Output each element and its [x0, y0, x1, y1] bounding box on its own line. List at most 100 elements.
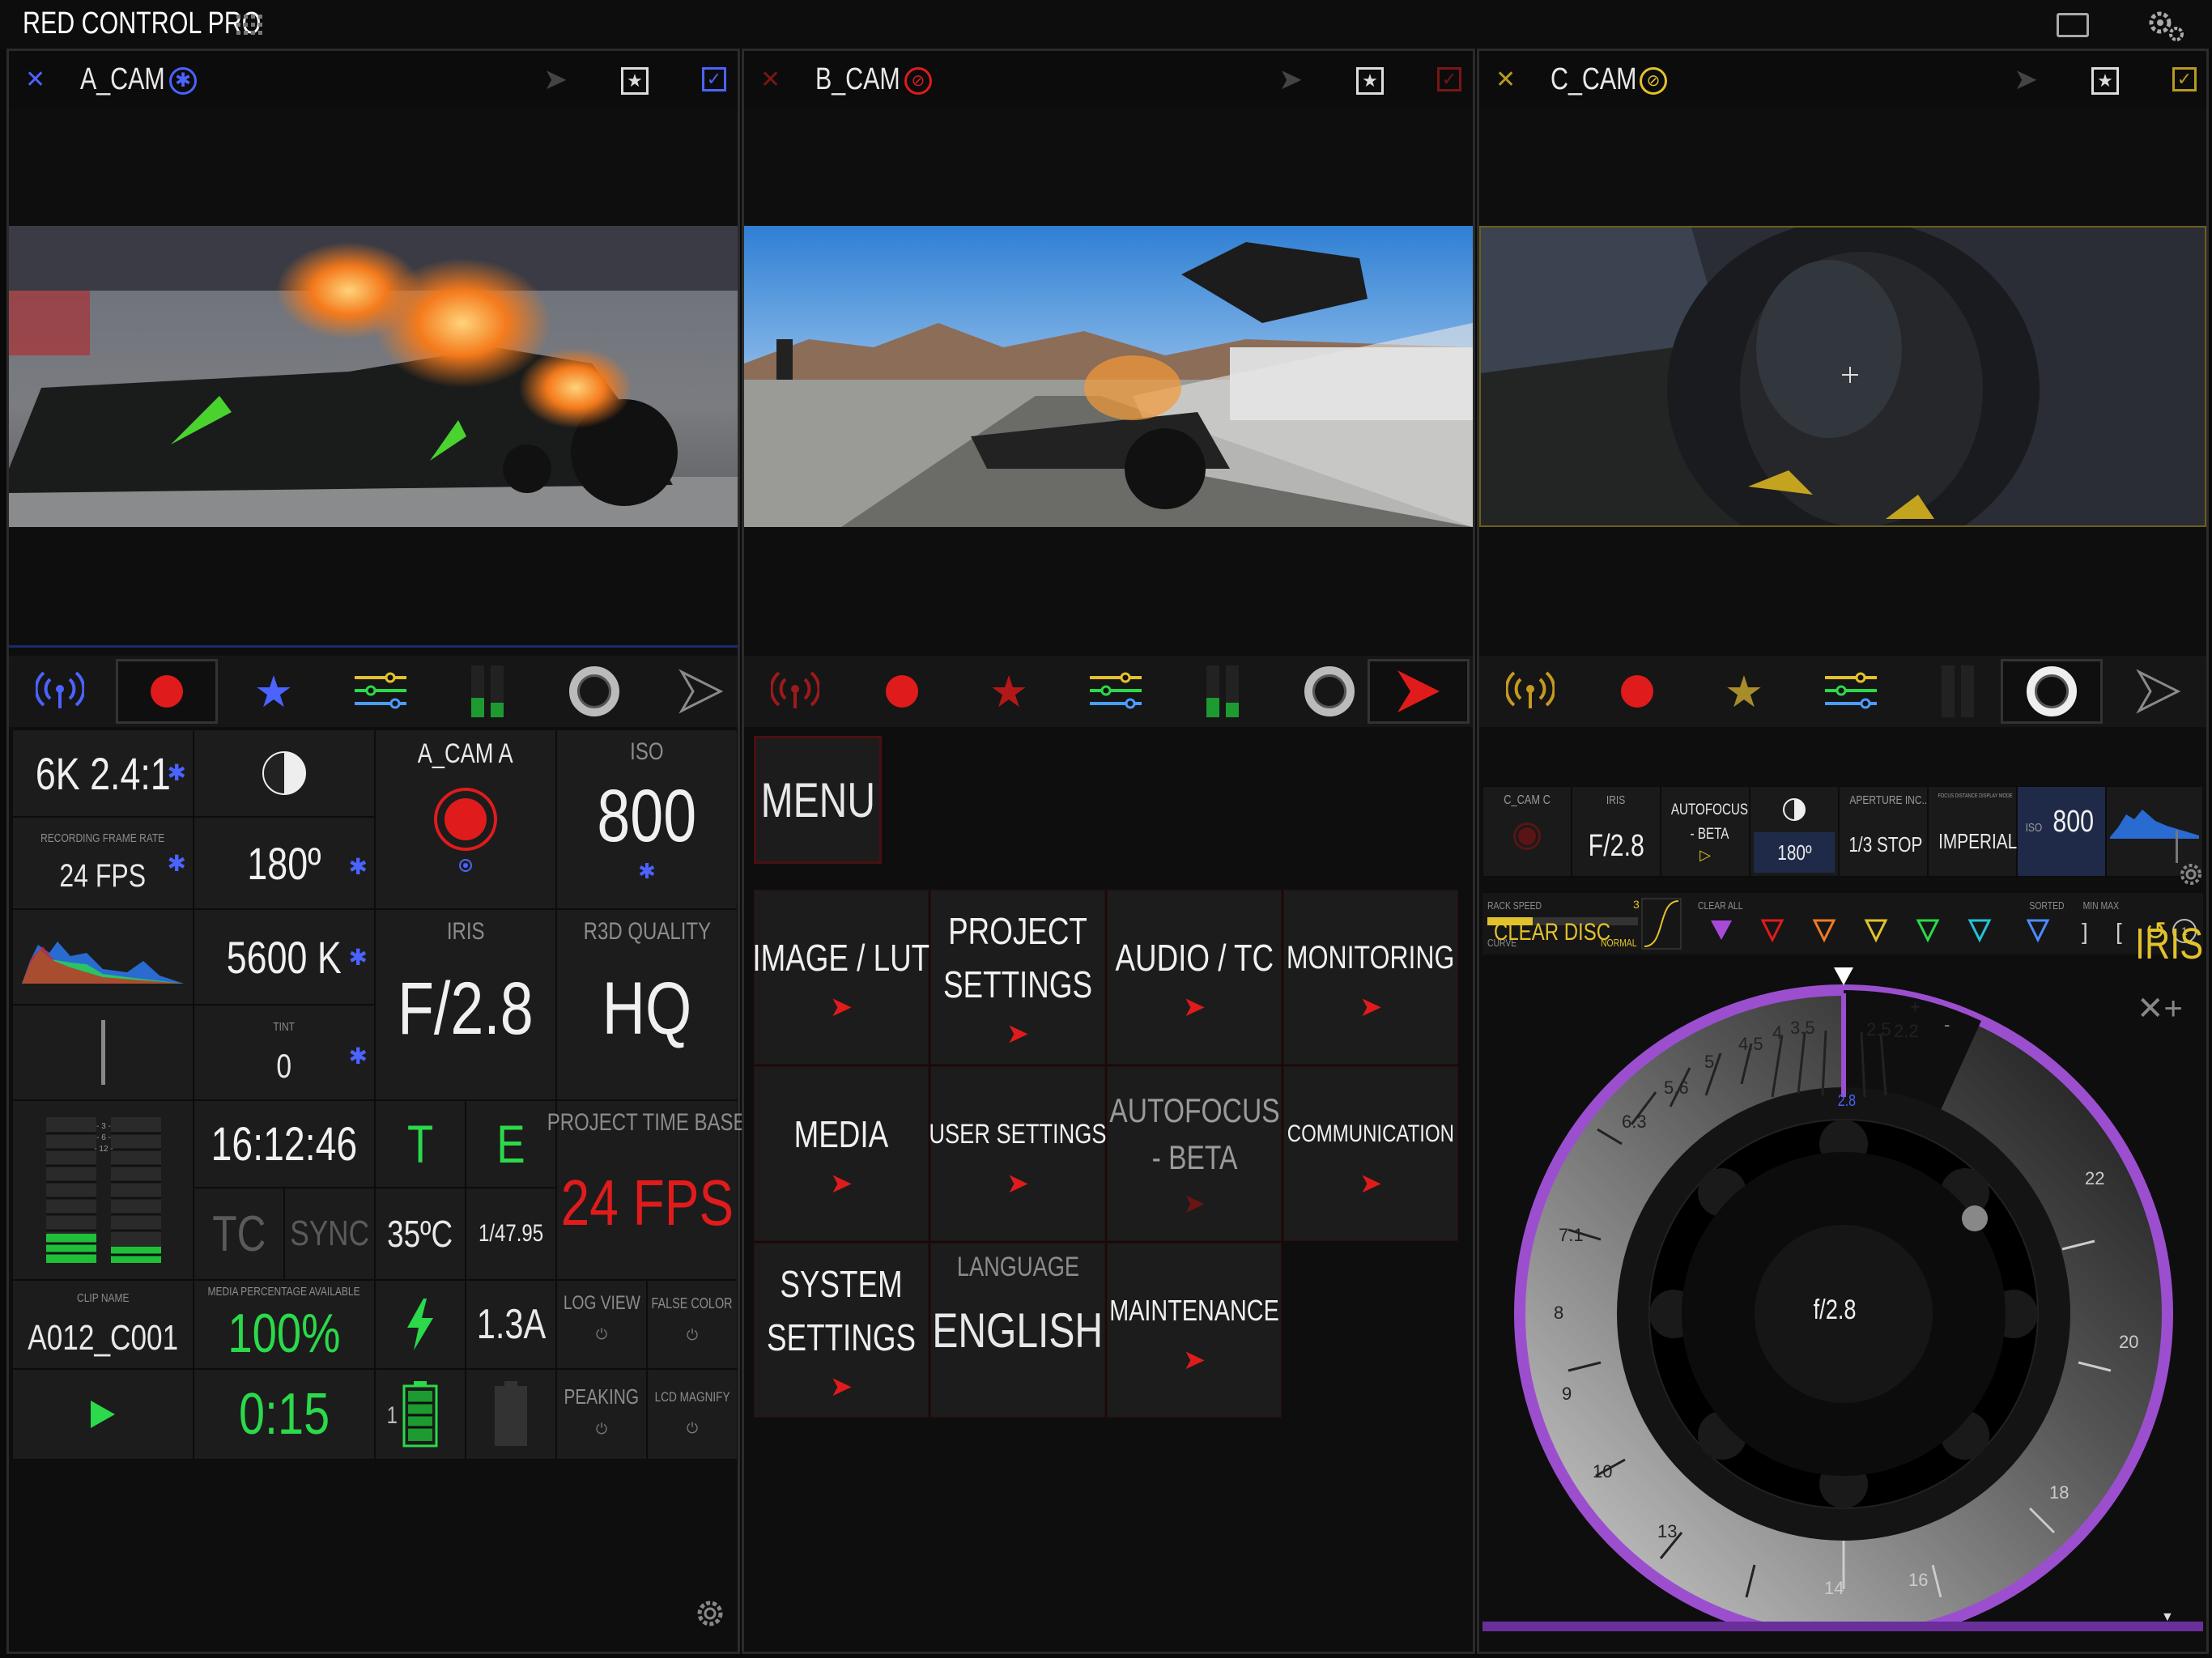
favorite-star-icon[interactable]: ★: [621, 67, 649, 95]
focus-ring-icon[interactable]: [1278, 659, 1380, 724]
record-button[interactable]: [1586, 659, 1688, 724]
wireless-icon[interactable]: [9, 659, 111, 724]
temperature-tile[interactable]: 35ºC: [375, 1188, 466, 1280]
white-balance-tile[interactable]: 5600 K ✱: [194, 909, 375, 1005]
menu-item-language[interactable]: LANGUAGEENGLISH: [930, 1243, 1105, 1418]
peaking-tile[interactable]: PEAKING ⏻: [556, 1369, 647, 1460]
timecode-tile[interactable]: 16:12:46: [194, 1100, 375, 1188]
exposure-tile[interactable]: [194, 729, 375, 817]
tc-tile[interactable]: TC: [194, 1188, 284, 1280]
sliders-icon[interactable]: [330, 659, 432, 724]
record-button[interactable]: [116, 659, 218, 724]
dial-range-slider[interactable]: [1482, 1622, 2203, 1631]
live-view-c[interactable]: [1479, 226, 2206, 527]
iris-value: F/2.8: [398, 967, 534, 1052]
live-view-b[interactable]: [744, 226, 1473, 527]
select-checkbox-icon[interactable]: ✓: [702, 67, 726, 91]
apps-grid-icon[interactable]: [236, 15, 264, 36]
menu-item-autofocus[interactable]: AUTOFOCUS - BETA➤: [1107, 1066, 1282, 1241]
camera-id-tile[interactable]: C_CAM C: [1482, 786, 1572, 877]
remaining-tile[interactable]: 0:15: [194, 1369, 375, 1460]
frame-rate-tile[interactable]: RECORDING FRAME RATE 24 FPS ✱: [12, 817, 194, 909]
favorite-star-icon[interactable]: ★: [1356, 67, 1384, 95]
live-view-a[interactable]: [9, 226, 738, 527]
record-tile[interactable]: A_CAM A: [375, 729, 556, 909]
menu-item-communication[interactable]: COMMUNICATION➤: [1283, 1066, 1458, 1241]
select-checkbox-icon[interactable]: ✓: [1437, 67, 1461, 91]
focus-ring-icon[interactable]: [543, 659, 645, 724]
menu-button[interactable]: MENU: [754, 736, 882, 864]
control-dock-b: ★: [744, 656, 1473, 727]
favorite-star-icon[interactable]: ★: [2091, 67, 2119, 95]
favorites-star-icon[interactable]: ★: [223, 659, 325, 724]
audio-meter-icon[interactable]: [436, 659, 538, 724]
lcd-magnify-tile[interactable]: LCD MAGNIFY ⏻: [647, 1369, 738, 1460]
focus-ring-icon[interactable]: [2001, 659, 2103, 724]
menu-item-media[interactable]: MEDIA➤: [754, 1066, 929, 1241]
shutter-speed-tile[interactable]: 1/47.95: [466, 1188, 556, 1280]
sync-tile[interactable]: SYNC: [284, 1188, 375, 1280]
menu-arrow-icon[interactable]: [650, 659, 752, 724]
settings-gear-icon[interactable]: [2146, 10, 2186, 42]
close-icon[interactable]: ✕: [25, 66, 45, 94]
play-icon[interactable]: ➤: [1278, 62, 1303, 96]
power-tile[interactable]: [375, 1280, 466, 1369]
format-tile[interactable]: 6K 2.4:1 ✱: [12, 729, 194, 817]
tint-tile[interactable]: TINT 0 ✱: [194, 1005, 375, 1100]
wireless-icon[interactable]: [744, 659, 846, 724]
aperture-inc-tile[interactable]: APERTURE INC... 1/3 STOP: [1839, 786, 1928, 877]
quality-tile[interactable]: R3D QUALITY HQ: [556, 909, 738, 1100]
menu-item-project-settings[interactable]: PROJECT SETTINGS➤: [930, 890, 1105, 1065]
select-checkbox-icon[interactable]: ✓: [2172, 67, 2197, 91]
close-icon[interactable]: ✕: [760, 66, 781, 94]
iso-tile[interactable]: ISO 800: [2017, 786, 2106, 877]
clip-name-tile[interactable]: CLIP NAME A012_C001: [12, 1280, 194, 1369]
audio-meter-icon[interactable]: [1172, 659, 1274, 724]
menu-item-maintenance[interactable]: MAINTENANCE➤: [1107, 1243, 1282, 1418]
menu-item-system-settings[interactable]: SYSTEM SETTINGS➤: [754, 1243, 929, 1418]
audio-meter-icon[interactable]: [1907, 659, 2009, 724]
panel-settings-gear-icon[interactable]: [694, 1597, 726, 1630]
window-layout-icon[interactable]: [2057, 13, 2089, 37]
histogram-tile[interactable]: [12, 909, 194, 1005]
current-tile[interactable]: 1.3A: [466, 1280, 556, 1369]
false-color-tile[interactable]: FALSE COLOR ⏻: [647, 1280, 738, 1369]
play-icon[interactable]: ➤: [2014, 62, 2038, 96]
menu-arrow-icon[interactable]: [2108, 659, 2210, 724]
close-icon[interactable]: ✕: [1495, 66, 1516, 94]
shutter-tile[interactable]: 180º: [1750, 786, 1839, 877]
battery-2-tile[interactable]: [466, 1369, 556, 1460]
play-tile[interactable]: [12, 1369, 194, 1460]
log-view-tile[interactable]: LOG VIEW ⏻: [556, 1280, 647, 1369]
play-icon[interactable]: ➤: [543, 62, 568, 96]
battery-tile[interactable]: 1: [375, 1369, 466, 1460]
media-tile[interactable]: MEDIA PERCENTAGE AVAILABLE 100%: [194, 1280, 375, 1369]
menu-item-monitoring[interactable]: MONITORING➤: [1283, 890, 1458, 1065]
slider-handle-icon[interactable]: ▼: [2161, 1610, 2174, 1625]
level-tile[interactable]: [12, 1005, 194, 1100]
t-tile[interactable]: T: [375, 1100, 466, 1188]
menu-item-audio-tc[interactable]: AUDIO / TC➤: [1107, 890, 1282, 1065]
iso-tile[interactable]: ISO 800 ✱: [556, 729, 738, 909]
wireless-icon[interactable]: [1479, 659, 1581, 724]
favorites-star-icon[interactable]: ★: [958, 659, 1060, 724]
sliders-icon[interactable]: [1065, 659, 1167, 724]
sliders-icon[interactable]: [1800, 659, 1902, 724]
favorites-star-icon[interactable]: ★: [1693, 659, 1795, 724]
tile-settings-gear-icon[interactable]: [2177, 861, 2205, 888]
record-button[interactable]: [851, 659, 953, 724]
iris-tile[interactable]: IRIS F/2.8: [375, 909, 556, 1100]
menu-item-user-settings[interactable]: USER SETTINGS➤: [930, 1066, 1105, 1241]
auto-star-icon: ✱: [349, 853, 368, 880]
shutter-tile[interactable]: 180º ✱: [194, 817, 375, 909]
autofocus-tile[interactable]: AUTOFOCUS - BETA ▷: [1661, 786, 1750, 877]
iris-dial[interactable]: [1512, 909, 2176, 1622]
e-tile[interactable]: E: [466, 1100, 556, 1188]
menu-arrow-icon[interactable]: [1368, 659, 1470, 724]
menu-item-image-lut[interactable]: IMAGE / LUT➤: [754, 890, 929, 1065]
audio-meter-tile[interactable]: - 3 - - 6 - - 12 -: [12, 1100, 194, 1280]
project-time-base-tile[interactable]: PROJECT TIME BASE 24 FPS: [556, 1100, 738, 1280]
arrow-icon: ➤: [1359, 991, 1383, 1023]
iris-tile[interactable]: IRIS F/2.8: [1572, 786, 1661, 877]
focus-distance-tile[interactable]: FOCUS DISTANCE DISPLAY MODE IMPERIAL: [1928, 786, 2017, 877]
